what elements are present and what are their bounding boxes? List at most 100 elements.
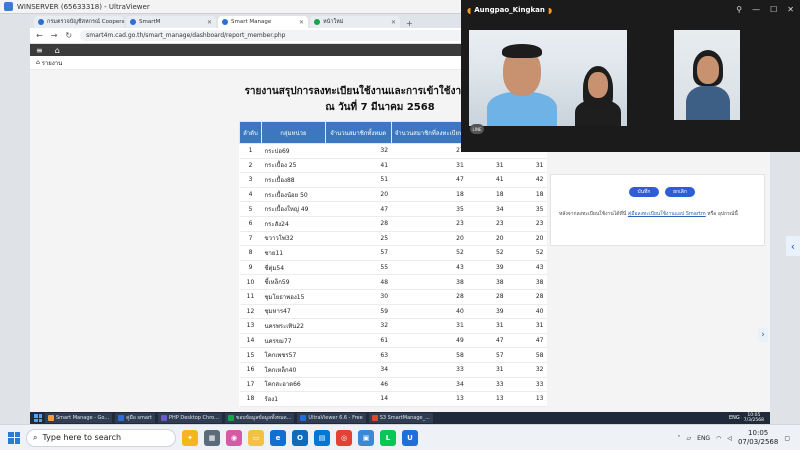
remote-start-icon[interactable] (34, 414, 42, 422)
participant-figure (686, 86, 730, 120)
task-view-icon[interactable]: ▦ (204, 429, 220, 446)
group-link[interactable]: โคกเหล็ก40 (261, 362, 326, 378)
photos-icon[interactable]: ▣ (358, 429, 374, 446)
remote-task-item[interactable]: ขอบข้อมูลข้อมูลทั้งหมด... (224, 413, 295, 423)
table-row: 10 ชี้เหล็ก59 48 38 38 38 (239, 274, 547, 290)
browser-tab-cooperative[interactable]: กรมตรวจบัญชีสหกรณ์ Cooperatio...✕ (34, 16, 124, 28)
table-cell: 9 (239, 260, 262, 276)
ultraviewer-logo-icon (4, 2, 13, 11)
table-cell: 12 (239, 304, 262, 320)
wifi-icon[interactable]: ◠ (716, 435, 721, 442)
group-link[interactable]: โคกสะอาด66 (261, 377, 326, 393)
remote-task-item[interactable]: PHP Desktop Chro... (157, 413, 222, 423)
table-cell: 48 (325, 274, 392, 290)
group-link[interactable]: ร้อง1 (261, 391, 326, 407)
table-cell: 28 (506, 289, 547, 305)
remote-task-item[interactable]: คู่มือ smart (115, 413, 155, 423)
remote-task-item[interactable]: UltraViewer 6.6 - Free (297, 413, 366, 423)
group-link[interactable]: กระสัง24 (261, 216, 326, 232)
table-row: 11 ชุมโยธาพอง15 30 28 28 28 (239, 289, 547, 305)
clock[interactable]: 10:05 07/03/2568 (738, 429, 778, 447)
browser-tab-new[interactable]: หน้าใหม่ ✕ (310, 16, 400, 28)
table-cell: 33 (506, 377, 547, 393)
widgets-icon[interactable]: ✦ (182, 429, 198, 446)
table-row: 3 กระเบื้อง88 51 47 41 42 (239, 172, 547, 188)
group-link[interactable]: โคกเพชร57 (261, 347, 326, 363)
group-link[interactable]: กระเบื้อง 25 (261, 158, 326, 174)
store-icon[interactable]: ▤ (314, 429, 330, 446)
new-tab-button[interactable]: + (402, 19, 417, 28)
group-link[interactable]: นครพระเทิน22 (261, 318, 326, 334)
group-link[interactable]: ชาย11 (261, 245, 326, 261)
network-icon[interactable]: ▱ (687, 435, 692, 442)
group-link[interactable]: ขวาวโพ่32 (261, 231, 326, 247)
table-cell: 28 (466, 289, 507, 305)
chevron-up-icon[interactable]: ˄ (678, 435, 681, 442)
volume-icon[interactable]: ◁ (727, 435, 732, 442)
cancel-button[interactable]: ยกเลิก (665, 187, 695, 197)
browser-tab-smart-manage[interactable]: Smart Manage ✕ (218, 16, 308, 28)
lang-indicator[interactable]: ENG (697, 435, 710, 442)
table-cell: 32 (325, 143, 392, 159)
manual-link[interactable]: คู่มือลงทะเบียนใช้งานแอป Smartm (628, 211, 706, 217)
site-icon (38, 19, 44, 25)
table-cell: 61 (325, 333, 392, 349)
save-button[interactable]: บันทึก (629, 187, 659, 197)
browser-tab-smartm[interactable]: SmartM ✕ (126, 16, 216, 28)
forward-icon[interactable]: → (51, 31, 58, 40)
register-panel: บันทึก ยกเลิก หลังจากลงทะเบียนใช้งานได้ท… (550, 174, 765, 246)
group-link[interactable]: ชุมโยธาพอง15 (261, 289, 326, 305)
chevron-right-icon[interactable]: › (758, 328, 768, 342)
remote-task-item[interactable]: Smart Manage - Go... (45, 413, 113, 423)
table-cell: 6 (239, 216, 262, 232)
ultraviewer-icon[interactable]: U (402, 429, 418, 446)
maximize-icon[interactable]: ☐ (770, 5, 777, 14)
group-link[interactable]: ชี้เหล็ก59 (261, 274, 326, 290)
group-link[interactable]: นครขม77 (261, 333, 326, 349)
chevron-left-icon[interactable]: ‹ (786, 236, 800, 256)
remote-clock[interactable]: 10:05 7/3/2568 (744, 413, 764, 424)
notification-icon[interactable]: ▢ (784, 435, 790, 442)
table-cell: 23 (506, 216, 547, 232)
group-link[interactable]: ชี่ตุ่ม54 (261, 260, 326, 276)
outlook-icon[interactable]: O (292, 429, 308, 446)
close-icon[interactable]: ✕ (787, 5, 794, 14)
chrome-icon[interactable]: ◎ (336, 429, 352, 446)
back-icon[interactable]: ← (36, 31, 43, 40)
taskbar-search[interactable]: ⌕ Type here to search (26, 428, 176, 447)
group-link[interactable]: กระเบื้อง88 (261, 172, 326, 188)
group-link[interactable]: ชุมหาร47 (261, 304, 326, 320)
table-cell: 32 (506, 362, 547, 378)
home-icon[interactable]: ⌂ (55, 46, 60, 55)
file-explorer-icon[interactable]: ▭ (248, 429, 264, 446)
line-call-window[interactable]: ◖ Aungpao_Kingkan ◗ ⚲ — ☐ ✕ (461, 0, 800, 152)
col-header-total: จำนวนสมาชิกทั้งหมด (324, 121, 392, 144)
table-cell: 1 (239, 143, 262, 159)
close-tab-icon[interactable]: ✕ (207, 19, 212, 26)
pin-icon[interactable]: ⚲ (736, 5, 742, 14)
close-tab-icon[interactable]: ✕ (299, 19, 304, 26)
table-cell: 18 (239, 391, 262, 407)
table-cell: 35 (391, 201, 467, 217)
table-cell: 39 (466, 304, 507, 320)
group-link[interactable]: กระบ่อ69 (261, 143, 326, 159)
line-app-icon[interactable]: L (380, 429, 396, 446)
reload-icon[interactable]: ↻ (65, 31, 72, 40)
copilot-icon[interactable]: ◉ (226, 429, 242, 446)
menu-icon[interactable]: ≡ (36, 46, 43, 55)
group-link[interactable]: กระเบื้องใหญ่ 49 (261, 201, 326, 217)
group-link[interactable]: กระเบื้องน้อย 50 (261, 187, 326, 203)
table-cell: 31 (506, 318, 547, 334)
start-icon[interactable] (8, 431, 20, 444)
line-badge: LINE (470, 124, 484, 134)
app-icon (48, 415, 54, 421)
remote-lang[interactable]: ENG (729, 415, 740, 421)
remote-task-item[interactable]: S3 SmartManage_... (368, 413, 433, 423)
table-cell: 7 (239, 231, 262, 247)
edge-icon[interactable]: e (270, 429, 286, 446)
table-cell: 58 (506, 347, 547, 363)
minimize-icon[interactable]: — (752, 5, 760, 14)
close-tab-icon[interactable]: ✕ (391, 19, 396, 26)
table-row: 9 ชี่ตุ่ม54 55 43 39 43 (239, 260, 547, 276)
panel-instructions: หลังจากลงทะเบียนใช้งานได้ที่นี่ คู่มือลง… (559, 211, 738, 217)
